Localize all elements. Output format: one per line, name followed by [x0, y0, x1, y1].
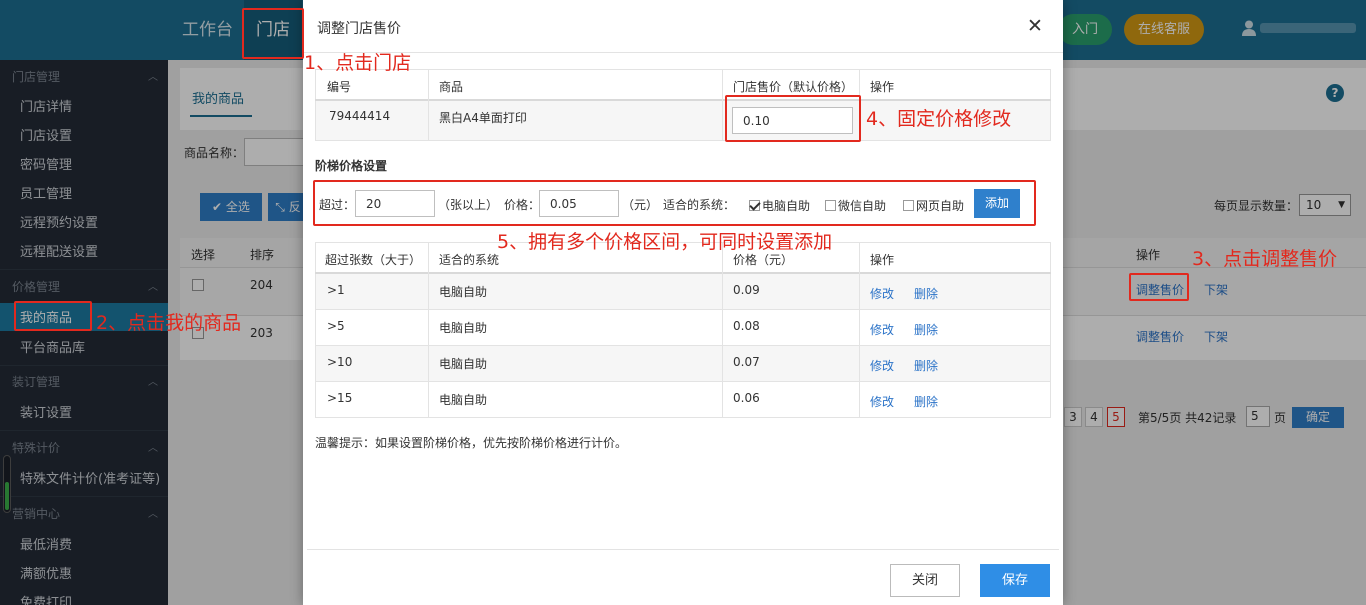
- tier-delete-link[interactable]: 删除: [914, 357, 938, 374]
- tier-edit-link[interactable]: 修改: [870, 285, 894, 302]
- tier-count: >5: [327, 319, 345, 333]
- annotation-box-store: [242, 8, 304, 59]
- divider: [859, 242, 860, 418]
- warm-tip: 温馨提示：如果设置阶梯价格，优先按阶梯价格进行计价。: [315, 436, 628, 450]
- tier-edit-link[interactable]: 修改: [870, 321, 894, 338]
- th-tier-actions: 操作: [870, 253, 895, 267]
- divider: [428, 242, 429, 418]
- annotation-step-4: 4、固定价格修改: [866, 108, 1012, 130]
- tier-edit-link[interactable]: 修改: [870, 357, 894, 374]
- divider: [722, 69, 723, 141]
- tier-row-bg: [316, 273, 1050, 309]
- close-button[interactable]: 关闭: [890, 564, 960, 597]
- close-icon[interactable]: ✕: [1027, 15, 1043, 37]
- save-button[interactable]: 保存: [980, 564, 1050, 597]
- annotation-box-fixed-price: [725, 95, 861, 142]
- divider: [315, 309, 1051, 310]
- tier-delete-link[interactable]: 删除: [914, 321, 938, 338]
- tier-count: >15: [327, 391, 353, 405]
- tier-delete-link[interactable]: 删除: [914, 285, 938, 302]
- adjust-price-dialog: 调整门店售价 ✕ 编号 商品 门店售价（默认价格） 操作 79444414 黑白…: [303, 0, 1063, 605]
- product-code: 79444414: [329, 109, 391, 123]
- annotation-step-1: 1、点击门店: [304, 52, 412, 74]
- divider: [722, 242, 723, 418]
- product-name: 黑白A4单面打印: [439, 111, 527, 125]
- tier-delete-link[interactable]: 删除: [914, 393, 938, 410]
- tier-table: [315, 242, 1051, 418]
- th-actions: 操作: [870, 80, 895, 94]
- tier-price: 0.06: [733, 391, 760, 405]
- divider: [315, 272, 1051, 274]
- tier-count: >10: [327, 355, 353, 369]
- annotation-step-3: 3、点击调整售价: [1192, 248, 1338, 270]
- th-store-price: 门店售价（默认价格）: [733, 80, 854, 94]
- tier-price: 0.09: [733, 283, 760, 297]
- annotation-box-tier-form: [313, 180, 1036, 226]
- th-exceed-count: 超过张数（大于）: [325, 253, 422, 267]
- tier-edit-link[interactable]: 修改: [870, 393, 894, 410]
- divider: [428, 69, 429, 141]
- tier-system: 电脑自助: [439, 357, 488, 371]
- divider: [315, 381, 1051, 382]
- divider: [315, 345, 1051, 346]
- tier-system: 电脑自助: [439, 393, 488, 407]
- divider: [315, 99, 1051, 101]
- tier-system: 电脑自助: [439, 285, 488, 299]
- annotation-box-my-products: [14, 301, 92, 331]
- th-code: 编号: [327, 80, 352, 94]
- dialog-footer-divider: [307, 549, 1059, 550]
- th-system: 适合的系统: [439, 253, 500, 267]
- annotation-step-2: 2、点击我的商品: [96, 312, 242, 334]
- tier-row-bg: [316, 345, 1050, 381]
- tier-system: 电脑自助: [439, 321, 488, 335]
- tier-section-title: 阶梯价格设置: [315, 159, 388, 173]
- annotation-box-adjust-price: [1129, 273, 1189, 301]
- th-product: 商品: [439, 80, 464, 94]
- tier-price: 0.08: [733, 319, 760, 333]
- dialog-header-divider: [303, 52, 1063, 53]
- dialog-title: 调整门店售价: [317, 21, 401, 37]
- tier-count: >1: [327, 283, 345, 297]
- tier-price: 0.07: [733, 355, 760, 369]
- annotation-step-5: 5、拥有多个价格区间，可同时设置添加: [497, 231, 833, 253]
